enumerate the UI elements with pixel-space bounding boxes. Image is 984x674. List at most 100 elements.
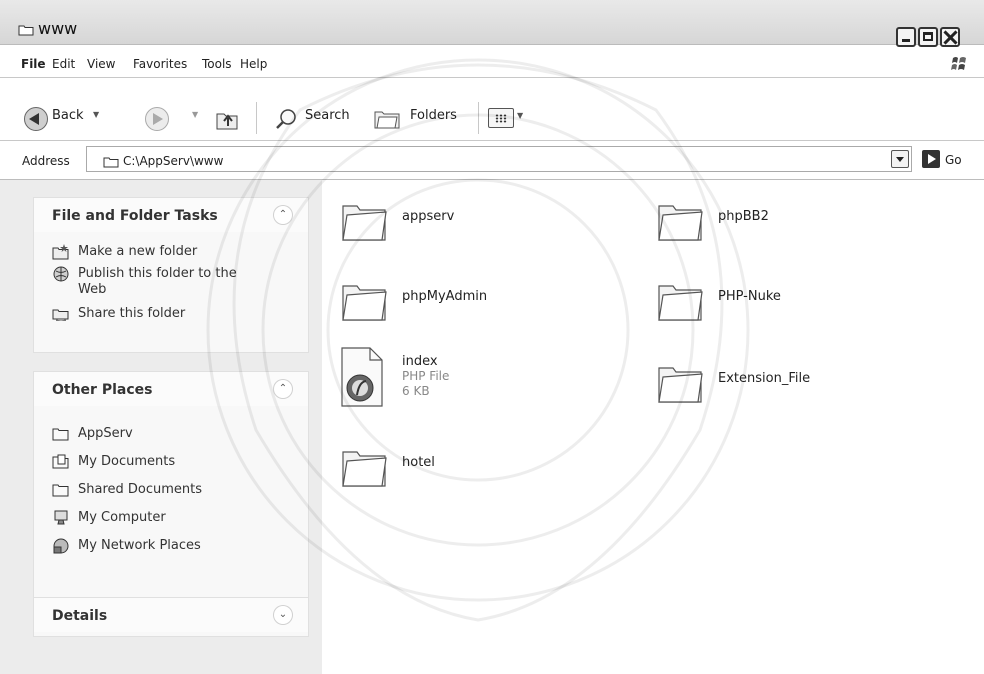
folders-button[interactable]: Folders (410, 108, 457, 123)
expand-icon[interactable]: ⌄ (274, 606, 292, 624)
folder-icon (658, 367, 703, 403)
task-label-continued: Web (78, 282, 107, 297)
folder-icon (342, 451, 387, 487)
network-icon (53, 538, 69, 554)
address-label: Address (22, 154, 70, 168)
back-arrow-icon[interactable] (24, 107, 48, 131)
panel-header[interactable]: File and Folder Tasks ⌃ (34, 198, 308, 232)
toolbar-separator (256, 102, 257, 134)
task-label: Publish this folder to the (78, 266, 237, 281)
go-button[interactable]: Go (945, 153, 962, 167)
place-label: My Computer (78, 510, 166, 525)
place-shared-documents[interactable]: Shared Documents (52, 482, 302, 500)
search-button[interactable]: Search (305, 108, 350, 123)
collapse-icon[interactable]: ⌃ (274, 206, 292, 224)
address-dropdown-icon[interactable] (891, 150, 909, 168)
file-item-php-nuke[interactable]: PHP-Nuke (656, 276, 856, 326)
address-value[interactable]: C:\AppServ\www (123, 154, 223, 168)
computer-icon (54, 510, 68, 525)
folder-icon (18, 25, 34, 36)
minimize-button[interactable] (896, 27, 916, 47)
panel-title: Details (52, 608, 108, 624)
place-label: My Network Places (78, 538, 201, 553)
file-list: appserv phpBB2 phpMyAdmin PHP-Nuke index… (322, 180, 984, 674)
place-my-network-places[interactable]: My Network Places (52, 538, 302, 556)
globe-icon (53, 266, 69, 282)
menu-view[interactable]: View (87, 57, 115, 71)
explorer-window: www File Edit View Favorites Tools Help … (0, 0, 984, 674)
place-my-computer[interactable]: My Computer (52, 510, 302, 528)
toolbar-separator (478, 102, 479, 134)
task-publish-folder[interactable]: Publish this folder to the Web (52, 266, 302, 302)
folder-icon (658, 285, 703, 321)
file-item-extension-file[interactable]: Extension_File (656, 358, 876, 408)
panel-header[interactable]: Other Places ⌃ (34, 372, 308, 406)
place-appserv[interactable]: AppServ (52, 426, 302, 444)
place-label: AppServ (78, 426, 133, 441)
file-name: index (402, 354, 438, 369)
my-documents-icon (52, 454, 69, 469)
folder-icon (52, 484, 69, 497)
forward-button[interactable] (145, 107, 169, 131)
menu-edit[interactable]: Edit (52, 57, 75, 71)
menu-help[interactable]: Help (240, 57, 267, 71)
share-folder-icon (52, 309, 69, 321)
views-icon[interactable] (488, 108, 514, 128)
menu-tools[interactable]: Tools (202, 57, 232, 71)
menu-bar: File Edit View Favorites Tools Help (0, 55, 984, 78)
file-size: 6 KB (402, 384, 430, 398)
panel-title: File and Folder Tasks (52, 208, 218, 224)
window-title: www (38, 19, 78, 38)
task-label: Make a new folder (78, 244, 198, 259)
address-bar: Address C:\AppServ\www Go (0, 141, 984, 180)
file-details: index PHP File 6 KB (402, 354, 449, 399)
folder-icon (342, 205, 387, 241)
windows-logo-icon (951, 57, 966, 70)
views-dropdown-icon[interactable]: ▼ (517, 111, 523, 120)
back-dropdown-icon[interactable]: ▼ (93, 110, 99, 119)
search-icon[interactable] (274, 107, 298, 131)
forward-dropdown-icon[interactable]: ▼ (192, 110, 198, 119)
toolbar: Back ▼ ▼ Search Folders ▼ (0, 80, 984, 141)
file-name: appserv (402, 209, 455, 224)
details-panel: Details ⌄ (34, 598, 308, 636)
place-label: Shared Documents (78, 482, 203, 497)
file-name: phpBB2 (718, 209, 769, 224)
menu-favorites[interactable]: Favorites (133, 57, 187, 71)
file-name: Extension_File (718, 371, 811, 386)
file-item-phpbb2[interactable]: phpBB2 (656, 196, 856, 246)
place-my-documents[interactable]: My Documents (52, 454, 302, 472)
file-name: PHP-Nuke (718, 289, 781, 304)
file-item-hotel[interactable]: hotel (340, 442, 540, 492)
back-button[interactable]: Back (52, 108, 84, 123)
task-label: Share this folder (78, 306, 186, 321)
folder-icon (342, 285, 387, 321)
maximize-button[interactable] (918, 27, 938, 47)
file-folder-tasks-panel: File and Folder Tasks ⌃ Make a new folde… (34, 198, 308, 352)
other-places-panel: Other Places ⌃ AppServ My Documents Shar… (34, 372, 308, 608)
php-file-icon (341, 347, 383, 407)
new-folder-icon (52, 244, 69, 260)
file-type: PHP File (402, 369, 450, 383)
close-button[interactable] (940, 27, 960, 47)
file-item-appserv[interactable]: appserv (340, 196, 540, 246)
panel-title: Other Places (52, 382, 153, 398)
file-item-index[interactable]: index PHP File 6 KB (340, 346, 540, 412)
folder-icon (658, 205, 703, 241)
up-folder-icon[interactable] (214, 106, 240, 132)
file-item-phpmyadmin[interactable]: phpMyAdmin (340, 276, 540, 326)
file-name: hotel (402, 455, 435, 470)
task-make-new-folder[interactable]: Make a new folder (52, 244, 302, 262)
place-label: My Documents (78, 454, 176, 469)
folder-icon (52, 428, 69, 441)
collapse-icon[interactable]: ⌃ (274, 380, 292, 398)
task-share-folder[interactable]: Share this folder (52, 306, 302, 324)
folder-icon (103, 157, 119, 168)
file-name: phpMyAdmin (402, 289, 488, 304)
folders-icon[interactable] (373, 106, 401, 130)
task-pane: File and Folder Tasks ⌃ Make a new folde… (0, 180, 322, 674)
go-arrow-icon[interactable] (922, 150, 940, 168)
panel-header[interactable]: Details ⌄ (34, 598, 308, 632)
menu-file[interactable]: File (21, 57, 46, 71)
title-bar[interactable]: www (0, 0, 984, 47)
